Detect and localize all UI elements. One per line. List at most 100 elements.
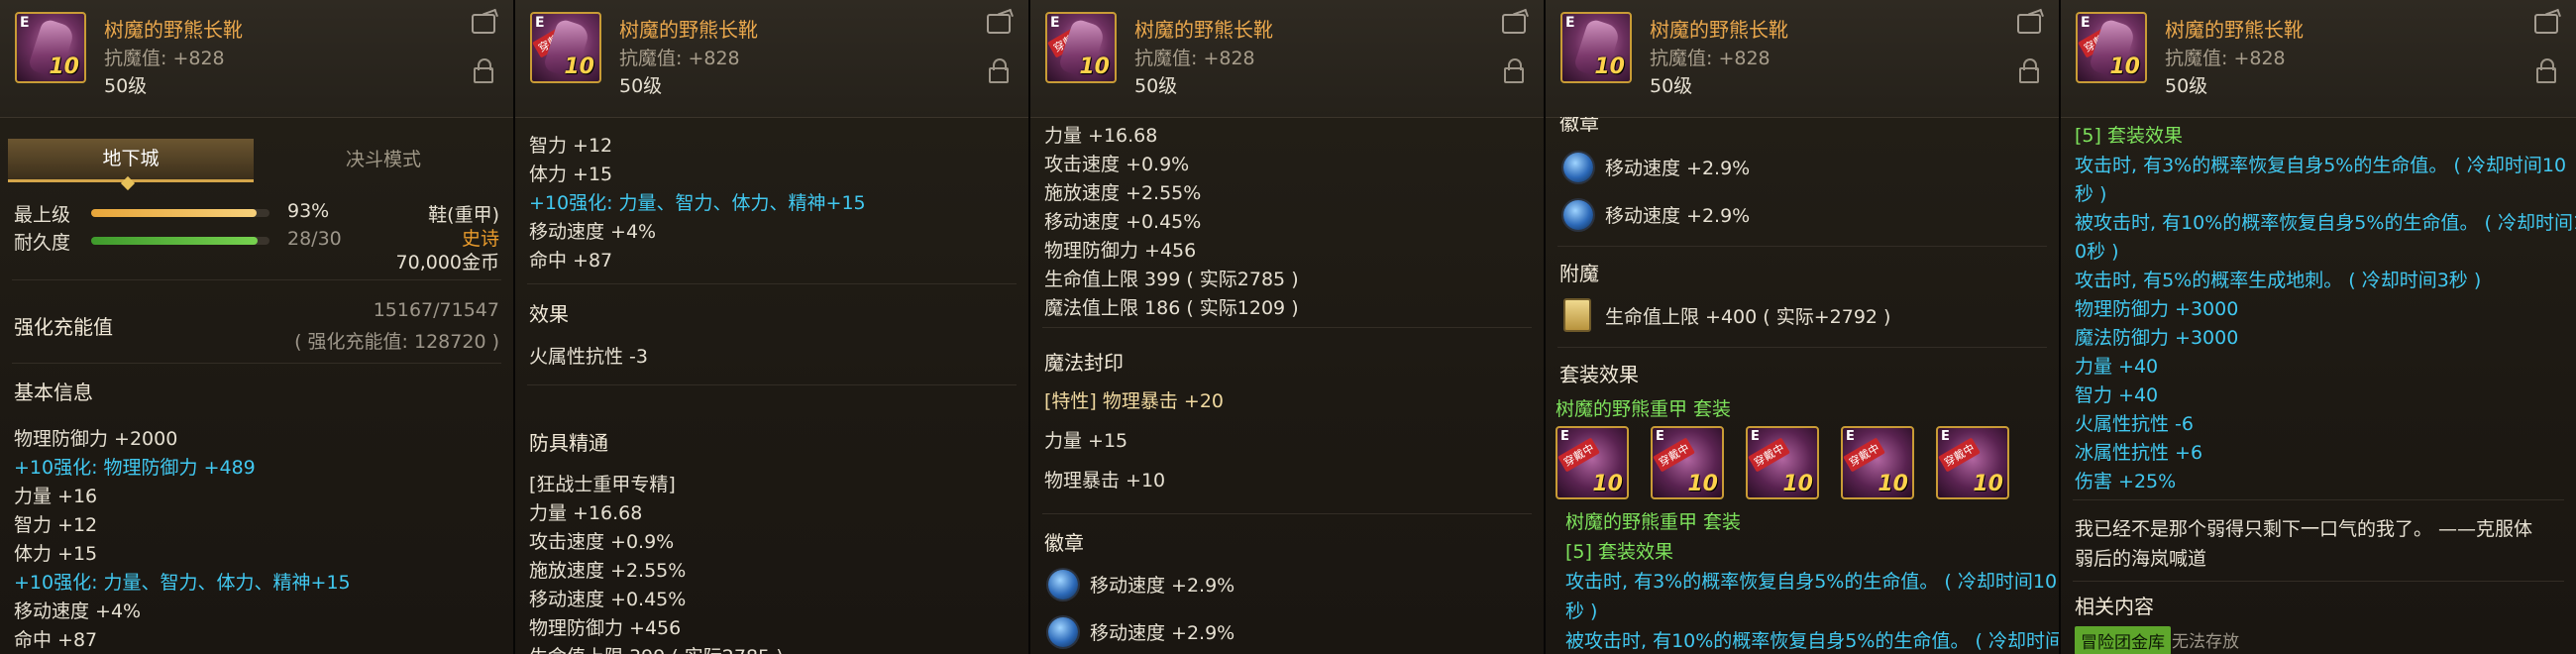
grade-tag: E: [1050, 15, 1060, 31]
set-name: 树魔的野熊重甲 套装: [1556, 398, 1732, 420]
top-grade-label: 最上级: [14, 204, 71, 226]
stat-line: 物理防御力 +456: [529, 617, 682, 639]
slot-type: 鞋(重甲): [428, 204, 499, 226]
grade-tag: E: [1565, 15, 1575, 31]
stat-line: 力量 +16.68: [529, 502, 643, 524]
stat-line: 伤害 +25%: [2075, 471, 2177, 492]
stat-line: 力量 +15: [1044, 430, 1128, 452]
tooltip-strip: E 10 树魔的野熊长靴 抗魔值: +828 50级 地下城 决斗模式 最上级 …: [0, 0, 2576, 654]
stat-line: 体力 +15: [14, 543, 98, 565]
tooltip-content: [5] 套装效果 攻击时, 有3%的概率恢复自身5%的生命值。 ( 冷却时间10…: [2061, 117, 2576, 654]
stat-line: 攻击速度 +0.9%: [1044, 154, 1190, 175]
stat-line: 火属性抗性 -6: [2075, 413, 2194, 435]
stat-line: 物理防御力 +2000: [14, 428, 178, 450]
stat-line: 被攻击时, 有10%的概率恢复自身5%的生命值。 ( 冷却时间1: [2075, 212, 2576, 234]
set-piece-icon[interactable]: E 穿戴中 10: [1936, 426, 2009, 499]
stat-line: 施放速度 +2.55%: [1044, 182, 1202, 204]
lock-icon[interactable]: [1504, 58, 1524, 83]
lock-icon[interactable]: [474, 58, 493, 83]
stat-line: 物理防御力 +3000: [2075, 298, 2239, 320]
item-name: 树魔的野熊长靴: [104, 18, 243, 42]
emblem-line: 移动速度 +2.9%: [1090, 622, 1235, 644]
share-icon[interactable]: [472, 14, 495, 34]
divider: [527, 384, 1017, 385]
stat-line: 攻击时, 有3%的概率恢复自身5%的生命值。 ( 冷却时间10: [1565, 571, 2058, 593]
stat-line: +10强化: 力量、智力、体力、精神+15: [14, 572, 351, 594]
section-seal-title: 魔法封印: [1044, 351, 1124, 375]
emblem-icon: [1563, 200, 1593, 230]
stat-line: 施放速度 +2.55%: [529, 560, 687, 582]
set-piece-icon[interactable]: E 穿戴中 10: [1746, 426, 1819, 499]
emblem-line: 移动速度 +2.9%: [1605, 158, 1751, 179]
stat-line: 冰属性抗性 +6: [2075, 442, 2203, 464]
stat-line: 被攻击时, 有10%的概率恢复自身5%的生命值。 ( 冷却时间1: [1565, 630, 2059, 652]
flavor-text-1: 我已经不是那个弱得只剩下一口气的我了。 ——克服体: [2075, 518, 2533, 540]
item-resist: 抗魔值: +828: [1650, 48, 1771, 69]
enhance-value: 15167/71547: [373, 299, 499, 321]
no-store-text: 无法存放: [2172, 632, 2239, 652]
set-piece-icon[interactable]: E 穿戴中 10: [1841, 426, 1914, 499]
share-icon[interactable]: [1502, 14, 1526, 34]
enhance-level: 10: [1973, 472, 2003, 496]
emblem-icon: [1048, 570, 1078, 600]
divider: [1557, 347, 2047, 348]
enhance-level: 10: [1079, 54, 1110, 79]
share-icon[interactable]: [987, 14, 1011, 34]
enchant-card-icon: [1563, 298, 1591, 332]
share-icon[interactable]: [2017, 14, 2041, 34]
section-related-title: 相关内容: [2075, 595, 2154, 618]
divider: [1042, 327, 1532, 328]
divider: [12, 363, 501, 364]
effect-line: 火属性抗性 -3: [529, 346, 648, 368]
item-icon: E 10: [1560, 12, 1632, 83]
stat-line: 生命值上限 399 ( 实际2785 ): [529, 642, 784, 654]
share-icon[interactable]: [2534, 14, 2558, 34]
stat-line: 移动速度 +0.45%: [529, 589, 687, 610]
adventure-vault-badge: 冒险团金库: [2075, 626, 2171, 654]
set-piece-icon[interactable]: E 穿戴中 10: [1556, 426, 1629, 499]
divider: [2073, 499, 2564, 500]
item-name: 树魔的野熊长靴: [1134, 18, 1273, 42]
item-tooltip-5: E 穿戴中 10 树魔的野熊长靴 抗魔值: +828 50级 [5] 套装效果 …: [2061, 0, 2576, 654]
lock-icon[interactable]: [2536, 58, 2556, 83]
item-icon: E 穿戴中 10: [530, 12, 601, 83]
section-emblem-title: 徽章: [1044, 531, 1084, 555]
item-level: 50级: [619, 75, 663, 97]
grade-tag: E: [20, 15, 30, 31]
stat-line: 移动速度 +4%: [14, 600, 142, 622]
tooltip-content: 地下城 决斗模式 最上级 93% 耐久度 28/30 鞋(重甲) 史诗 70,0…: [0, 117, 513, 654]
top-grade-bar: [91, 209, 269, 217]
item-name: 树魔的野熊长靴: [1650, 18, 1788, 42]
set-count: [5] 套装效果: [1565, 541, 1673, 563]
section-set-title: 套装效果: [1559, 363, 1639, 386]
stat-line: 攻击时, 有5%的概率生成地刺。 ( 冷却时间3秒 ): [2075, 270, 2482, 291]
item-name: 树魔的野熊长靴: [2165, 18, 2304, 42]
divider: [527, 283, 1017, 284]
tab-dungeon[interactable]: 地下城: [8, 139, 254, 182]
set-count: [5] 套装效果: [2075, 125, 2183, 147]
tooltip-content: 力量 +16.68 攻击速度 +0.9% 施放速度 +2.55% 移动速度 +0.45…: [1030, 117, 1544, 654]
lock-icon[interactable]: [2019, 58, 2039, 83]
section-enchant-title: 附魔: [1559, 262, 1599, 285]
stat-line: 移动速度 +0.45%: [1044, 211, 1202, 233]
set-piece-icon[interactable]: E 穿戴中 10: [1651, 426, 1724, 499]
stat-line: 魔法防御力 +3000: [2075, 327, 2239, 349]
section-emblem-title-cut: 徽章: [1559, 117, 1599, 135]
grade-tag: E: [1846, 429, 1855, 444]
stat-line: [狂战士重甲专精]: [529, 474, 676, 495]
enhance-sub: ( 强化充能值: 128720 ): [294, 331, 499, 353]
item-tooltip-2: E 穿戴中 10 树魔的野熊长靴 抗魔值: +828 50级 智力 +12 体力 …: [515, 0, 1030, 654]
item-icon: E 10: [15, 12, 86, 83]
item-tooltip-4: E 10 树魔的野熊长靴 抗魔值: +828 50级 徽章 移动速度 +2.9%…: [1546, 0, 2061, 654]
tab-duel[interactable]: 决斗模式: [260, 139, 507, 182]
enhance-level: 10: [1782, 472, 1813, 496]
item-level: 50级: [1134, 75, 1178, 97]
lock-icon[interactable]: [989, 58, 1009, 83]
item-resist: 抗魔值: +828: [2165, 48, 2286, 69]
enhance-level: 10: [1687, 472, 1718, 496]
rarity: 史诗: [461, 228, 499, 250]
stat-line: +10强化: 力量、智力、体力、精神+15: [529, 192, 866, 214]
item-resist: 抗魔值: +828: [619, 48, 740, 69]
tooltip-header: E 10 树魔的野熊长靴 抗魔值: +828 50级: [0, 0, 513, 118]
stat-line: 力量 +16: [14, 486, 98, 507]
